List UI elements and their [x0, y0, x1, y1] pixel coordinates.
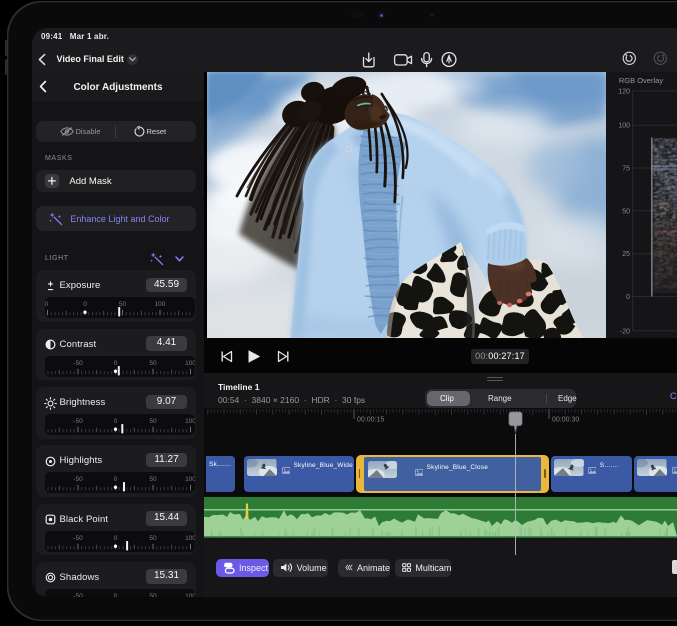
svg-text:0: 0: [114, 593, 118, 597]
svg-text:100: 100: [618, 123, 630, 130]
svg-text:0: 0: [114, 535, 118, 542]
svg-text:-50: -50: [73, 535, 83, 542]
svg-text:25: 25: [622, 251, 630, 258]
svg-text:100: 100: [185, 476, 195, 483]
svg-text:-50: -50: [45, 301, 49, 308]
svg-text:50: 50: [149, 360, 157, 367]
svg-text:100: 100: [185, 593, 195, 597]
svg-text:0: 0: [114, 476, 118, 483]
svg-text:00:00:30: 00:00:30: [552, 417, 579, 424]
svg-text:0: 0: [114, 360, 118, 367]
svg-text:00:00:15: 00:00:15: [357, 417, 384, 424]
svg-text:50: 50: [149, 418, 157, 425]
svg-text:0: 0: [626, 294, 630, 301]
svg-text:-50: -50: [73, 360, 83, 367]
svg-text:75: 75: [622, 166, 630, 173]
svg-text:50: 50: [149, 476, 157, 483]
svg-text:50: 50: [622, 208, 630, 215]
svg-text:50: 50: [149, 593, 157, 597]
svg-text:100: 100: [185, 418, 195, 425]
svg-text:100: 100: [155, 301, 166, 308]
svg-text:-20: -20: [620, 328, 630, 335]
svg-text:-50: -50: [73, 593, 83, 597]
svg-text:50: 50: [119, 301, 127, 308]
svg-text:-50: -50: [73, 418, 83, 425]
svg-text:120: 120: [618, 88, 630, 95]
svg-text:-50: -50: [73, 476, 83, 483]
svg-text:100: 100: [185, 360, 195, 367]
svg-text:100: 100: [185, 535, 195, 542]
svg-text:0: 0: [83, 301, 87, 308]
svg-text:RGB Overlay: RGB Overlay: [619, 76, 663, 85]
svg-text:50: 50: [149, 535, 157, 542]
svg-text:0: 0: [114, 418, 118, 425]
